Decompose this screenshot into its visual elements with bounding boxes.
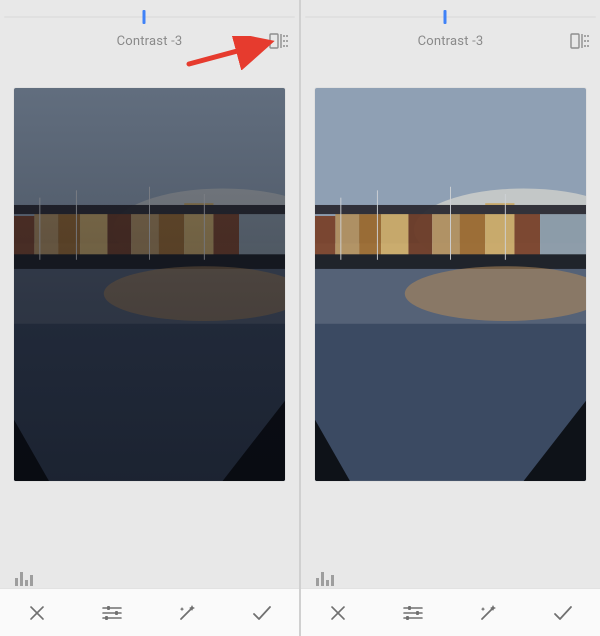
contrast-slider[interactable]	[301, 0, 600, 24]
pane-before: Contrast -3	[0, 0, 299, 636]
accept-button[interactable]	[525, 589, 600, 636]
close-icon	[328, 603, 348, 623]
image-preview[interactable]	[315, 88, 586, 481]
tune-button[interactable]	[376, 589, 451, 636]
compare-icon	[269, 33, 289, 49]
auto-wand-icon	[176, 602, 198, 624]
compare-button[interactable]	[269, 33, 289, 49]
contrast-slider[interactable]	[0, 0, 299, 24]
tune-icon	[101, 604, 123, 622]
auto-button[interactable]	[451, 589, 526, 636]
compare-button[interactable]	[570, 33, 590, 49]
cancel-button[interactable]	[301, 589, 376, 636]
accept-button[interactable]	[224, 589, 299, 636]
slider-thumb[interactable]	[142, 10, 145, 24]
tune-button[interactable]	[75, 589, 150, 636]
image-preview[interactable]	[14, 88, 285, 481]
tune-icon	[402, 604, 424, 622]
auto-wand-icon	[477, 602, 499, 624]
auto-button[interactable]	[150, 589, 225, 636]
close-icon	[27, 603, 47, 623]
adjust-param-label: Contrast -3	[418, 34, 484, 49]
bottom-toolbar	[301, 588, 600, 636]
bottom-toolbar	[0, 588, 299, 636]
slider-thumb[interactable]	[443, 10, 446, 24]
adjust-param-label: Contrast -3	[117, 34, 183, 49]
pane-after: Contrast -3	[299, 0, 600, 636]
check-icon	[552, 604, 574, 622]
cancel-button[interactable]	[0, 589, 75, 636]
compare-icon	[570, 33, 590, 49]
histogram-icon[interactable]	[315, 570, 339, 586]
check-icon	[251, 604, 273, 622]
histogram-icon[interactable]	[14, 570, 38, 586]
